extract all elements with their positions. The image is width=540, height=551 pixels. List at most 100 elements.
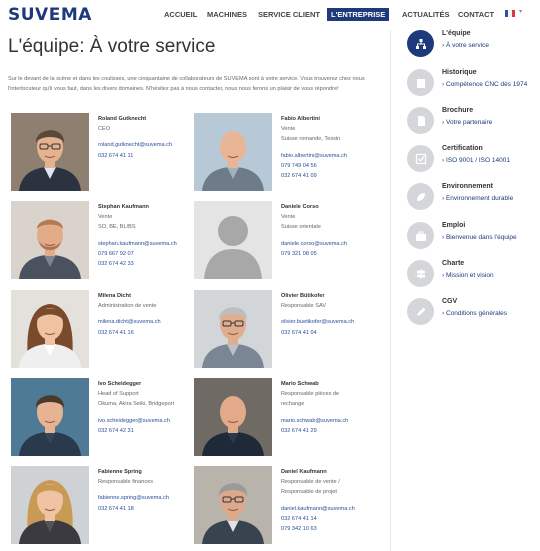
team-member-email-link[interactable]: stephan.kaufmann@suvema.ch <box>98 239 208 249</box>
nav-item-actualites[interactable]: ACTUALITÉS <box>402 10 450 19</box>
nav-item-service-client[interactable]: SERVICE CLIENT <box>258 10 320 19</box>
suvema-logo[interactable]: SUVEMA <box>8 5 92 25</box>
team-member-photo <box>194 290 272 368</box>
team-member-info: Daniel Kaufmann Responsable de vente / Res… <box>281 467 391 534</box>
team-member-photo <box>11 378 89 456</box>
team-member-role: CEO <box>98 126 111 133</box>
team-member-role: SO, BE, BL/BS <box>98 224 136 231</box>
team-member-name: Mario Schwab <box>281 381 319 387</box>
nav-item-entreprise[interactable]: L'ENTREPRISE <box>327 8 390 21</box>
sidebar-item-historique[interactable]: Historique › Compétence CNC dès 1974 <box>407 69 540 99</box>
sidebar-item-cgv[interactable]: CGV › Conditions générales <box>407 298 540 328</box>
team-member-role: Responsable de projet <box>281 489 337 496</box>
team-member-phone-link[interactable]: 032 674 42 33 <box>98 259 208 269</box>
team-member-photo <box>194 378 272 456</box>
page-title: L'équipe: À votre service <box>8 36 216 57</box>
team-member-info: Milena Dicht Administration de vente milen… <box>98 291 208 338</box>
team-member-phone-link[interactable]: 032 674 41 11 <box>98 151 208 161</box>
team-member-role: Vente <box>281 126 296 133</box>
team-member-photo <box>11 290 89 368</box>
avatar-placeholder-icon <box>194 201 272 279</box>
team-member-phone-link[interactable]: 032 674 41 04 <box>281 328 391 338</box>
sidebar-item-title: Emploi <box>442 222 466 229</box>
signpost-icon <box>407 260 434 287</box>
team-member-name: Roland Gutknecht <box>98 116 147 122</box>
team-member-info: Fabio Albertini Vente Suisse romande, Tess… <box>281 114 391 181</box>
team-member-phone-link[interactable]: 079 321 08 05 <box>281 249 391 259</box>
sidebar-item-certification[interactable]: Certification › ISO 9001 / ISO 14001 <box>407 145 540 175</box>
sidebar-item-title: Certification <box>442 145 483 152</box>
team-member-phone-link[interactable]: 079 749 04 56 <box>281 161 391 171</box>
team-member-name: Fabienne Spring <box>98 469 142 475</box>
sidebar-item-title: Environnement <box>442 183 493 190</box>
fr-flag-icon[interactable] <box>505 10 515 17</box>
sidebar-item-title: Brochure <box>442 107 474 114</box>
team-member-role: Responsable pièces de <box>281 391 340 398</box>
sidebar-item-brochure[interactable]: Brochure › Votre partenaire <box>407 107 540 137</box>
team-member-phone-link[interactable]: 032 674 42 31 <box>98 426 208 436</box>
nav-item-contact[interactable]: CONTACT <box>458 10 494 19</box>
team-member-photo <box>11 201 89 279</box>
pencil-icon <box>407 298 434 325</box>
team-member-phone-link[interactable]: 032 674 41 14 <box>281 514 391 524</box>
team-member-phone-link[interactable]: 079 667 92 07 <box>98 249 208 259</box>
team-member-role: Okuma, Akira Seiki, Bridgeport <box>98 401 175 408</box>
team-member-role: Head of Support <box>98 391 139 398</box>
team-member-email-link[interactable]: roland.gutknecht@suvema.ch <box>98 140 208 150</box>
team-member-role: Responsable finances <box>98 479 154 486</box>
sidebar-item-title: Charte <box>442 260 465 267</box>
sidebar-item-subtitle: › Conditions générales <box>442 310 508 317</box>
team-member-email-link[interactable]: mario.schwab@suvema.ch <box>281 416 391 426</box>
sidebar-item-charte[interactable]: Charte › Mission et vision <box>407 260 540 290</box>
team-member-info: Fabienne Spring Responsable finances fabie… <box>98 467 208 514</box>
team-member-info: Stephan Kaufmann Vente SO, BE, BL/BS stepha… <box>98 202 208 269</box>
team-member-phone-link[interactable]: 032 674 41 16 <box>98 328 208 338</box>
checkbox-icon <box>407 145 434 172</box>
team-member-role: Administration de vente <box>98 303 157 310</box>
team-member-email-link[interactable]: milena.dicht@suvema.ch <box>98 317 208 327</box>
team-member-email-link[interactable]: fabio.albertini@suvema.ch <box>281 151 391 161</box>
team-member-phone-link[interactable]: 079 342 10 63 <box>281 524 391 534</box>
org-chart-icon <box>407 30 434 57</box>
team-member-name: Daniel Kaufmann <box>281 469 327 475</box>
nav-item-machines[interactable]: MACHINES <box>207 10 247 19</box>
team-member-photo <box>11 113 89 191</box>
sidebar-item-l-équipe[interactable]: L'équipe › À votre service <box>407 30 540 60</box>
team-member-info: Mario Schwab Responsable pièces de rechang… <box>281 379 391 436</box>
nav-item-accueil[interactable]: ACCUEIL <box>164 10 197 19</box>
sidebar-item-subtitle: › Compétence CNC dès 1974 <box>442 81 528 88</box>
team-member-photo <box>11 466 89 544</box>
team-member-email-link[interactable]: daniel.kaufmann@suvema.ch <box>281 504 391 514</box>
sidebar-item-subtitle: › ISO 9001 / ISO 14001 <box>442 157 510 164</box>
team-member-role: Responsable de vente / <box>281 479 340 486</box>
team-member-email-link[interactable]: fabienne.spring@suvema.ch <box>98 493 208 503</box>
team-member-email-link[interactable]: daniele.corso@suvema.ch <box>281 239 391 249</box>
sidebar-item-title: CGV <box>442 298 458 305</box>
team-member-phone-link[interactable]: 032 674 41 18 <box>98 504 208 514</box>
team-member-role: Vente <box>281 214 296 221</box>
team-member-info: Roland Gutknecht CEO roland.gutknecht@suve… <box>98 114 208 161</box>
team-member-info: Olivier Bütikofer Responsable SAV olivier.… <box>281 291 391 338</box>
sidebar-item-subtitle: › À votre service <box>442 42 489 49</box>
team-member-photo <box>194 466 272 544</box>
team-member-role: Suisse orientale <box>281 224 321 231</box>
site-header: SUVEMA ACCUEIL MACHINES SERVICE CLIENT L… <box>0 0 540 30</box>
team-member-role: Suisse romande, Tessin <box>281 136 341 143</box>
team-member-role: Vente <box>98 214 113 221</box>
sidebar-item-subtitle: › Votre partenaire <box>442 119 493 126</box>
team-member-info: Ivo Scheidegger Head of Support Okuma, Aki… <box>98 379 208 436</box>
team-member-email-link[interactable]: olivier.buetikofer@suvema.ch <box>281 317 391 327</box>
sidebar-item-subtitle: › Mission et vision <box>442 272 494 279</box>
briefcase-icon <box>407 222 434 249</box>
team-member-photo <box>194 113 272 191</box>
brochure-icon <box>407 107 434 134</box>
sidebar-item-emploi[interactable]: Emploi › Bienvenue dans l'équipe <box>407 222 540 252</box>
leaf-icon <box>407 183 434 210</box>
chevron-down-icon[interactable]: ▾ <box>519 8 522 15</box>
team-member-phone-link[interactable]: 032 674 41 09 <box>281 171 391 181</box>
team-member-name: Stephan Kaufmann <box>98 204 149 210</box>
sidebar-item-environnement[interactable]: Environnement › Environnement durable <box>407 183 540 213</box>
team-member-email-link[interactable]: ivo.scheidegger@suvema.ch <box>98 416 208 426</box>
sidebar-item-subtitle: › Bienvenue dans l'équipe <box>442 234 517 241</box>
team-member-phone-link[interactable]: 032 674 41 29 <box>281 426 391 436</box>
